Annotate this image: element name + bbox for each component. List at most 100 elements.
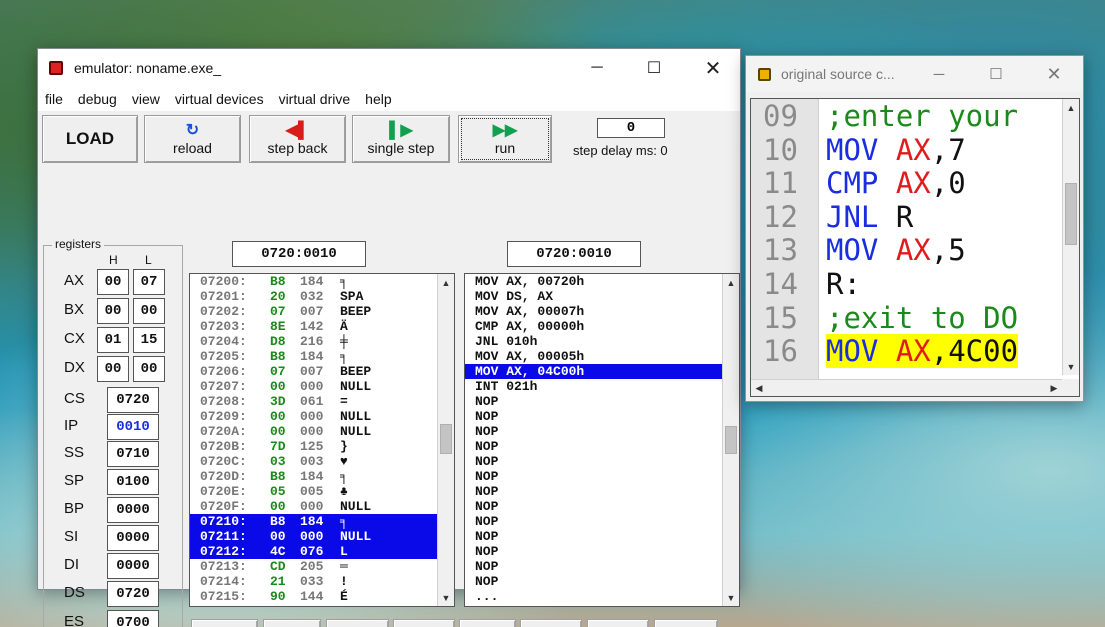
disassembly-row[interactable]: NOP <box>465 409 739 424</box>
memory-row[interactable]: 0720C: 03 003 ♥ <box>190 454 454 469</box>
scroll-right-icon[interactable]: ▶ <box>1046 380 1062 396</box>
reg-cx-high[interactable]: 01 <box>97 327 129 353</box>
reg-ss-value[interactable]: 0710 <box>107 441 159 467</box>
source-scroll-thumb[interactable] <box>1065 183 1077 245</box>
close-button[interactable]: ✕ <box>690 49 736 87</box>
reg-ax-low[interactable]: 07 <box>133 269 165 295</box>
disassembly-row[interactable]: MOV AX, 00007h <box>465 304 739 319</box>
minimize-button[interactable]: ─ <box>574 49 620 87</box>
source-button[interactable]: source <box>263 619 321 627</box>
source-minimize-button[interactable]: ─ <box>916 56 962 92</box>
reg-cs-value[interactable]: 0720 <box>107 387 159 413</box>
source-line[interactable]: 13 MOV AX,5 <box>751 233 1064 267</box>
disassembly-row[interactable]: NOP <box>465 424 739 439</box>
reset-button[interactable]: reset <box>326 619 389 627</box>
source-line[interactable]: 15 ;exit to DO <box>751 301 1064 335</box>
menu-view[interactable]: view <box>132 91 160 107</box>
scroll-left-icon[interactable]: ◀ <box>751 380 767 396</box>
scroll-down-icon[interactable]: ▼ <box>438 589 454 606</box>
memory-row[interactable]: 07200: B8 184 ╕ <box>190 274 454 289</box>
memory-address-input[interactable]: 0720:0010 <box>232 241 366 267</box>
flags-button[interactable]: flags <box>654 619 718 627</box>
step-delay-input[interactable]: 0 <box>597 118 665 138</box>
scroll-up-icon[interactable]: ▲ <box>1063 99 1079 116</box>
disassembly-row[interactable]: INT 021h <box>465 379 739 394</box>
disassembly-row[interactable]: ... <box>465 589 739 604</box>
disassembly-row[interactable]: NOP <box>465 529 739 544</box>
disassembly-row[interactable]: NOP <box>465 394 739 409</box>
memory-row[interactable]: 0720D: B8 184 ╕ <box>190 469 454 484</box>
disassembly-row[interactable]: NOP <box>465 469 739 484</box>
maximize-button[interactable]: ☐ <box>631 49 677 87</box>
memory-row[interactable]: 07201: 20 032 SPA <box>190 289 454 304</box>
reg-es-value[interactable]: 0700 <box>107 610 159 627</box>
source-line[interactable]: 10 MOV AX,7 <box>751 133 1064 167</box>
disassembly-list[interactable]: MOV AX, 00720h MOV DS, AX MOV AX, 00007h CM… <box>464 273 740 607</box>
single-step-button[interactable]: ▌▶ single step <box>352 115 450 163</box>
memory-list[interactable]: 07200: B8 184 ╕ 07201: 20 032 SPA 07202: 07 007 BEE… <box>189 273 455 607</box>
memory-row[interactable]: 0720B: 7D 125} <box>190 439 454 454</box>
menu-debug[interactable]: debug <box>78 91 117 107</box>
memory-row[interactable]: 07215: 90 144 É <box>190 589 454 604</box>
memory-row[interactable]: 0720E: 05 005 ♣ <box>190 484 454 499</box>
disassembly-address-input[interactable]: 0720:0010 <box>507 241 641 267</box>
reg-ds-value[interactable]: 0720 <box>107 581 159 607</box>
disassembly-scroll-thumb[interactable] <box>725 426 737 454</box>
disassembly-row[interactable]: NOP <box>465 514 739 529</box>
memory-row[interactable]: 07207: 00 000 NULL <box>190 379 454 394</box>
scroll-down-icon[interactable]: ▼ <box>1063 358 1079 375</box>
source-editor[interactable]: 09 ;enter your 10 MOV AX,7 11 CMP AX,0 12 JNL R… <box>750 98 1080 397</box>
disassembly-row[interactable]: MOV AX, 04C00h <box>465 364 739 379</box>
disassembly-row[interactable]: JNL 010h <box>465 334 739 349</box>
disassembly-row[interactable]: NOP <box>465 559 739 574</box>
reg-bx-high[interactable]: 00 <box>97 298 129 324</box>
disassembly-row[interactable]: MOV AX, 00005h <box>465 349 739 364</box>
menu-virtual-drive[interactable]: virtual drive <box>279 91 351 107</box>
memory-row[interactable]: 07202: 07 007 BEEP <box>190 304 454 319</box>
run-button[interactable]: ▶▶ run <box>458 115 552 163</box>
disassembly-row[interactable]: NOP <box>465 454 739 469</box>
memory-row[interactable]: 07203: 8E 142 Ä <box>190 319 454 334</box>
disassembly-row[interactable]: CMP AX, 00000h <box>465 319 739 334</box>
emulator-titlebar[interactable]: emulator: noname.exe_ ─ ☐ ✕ <box>38 49 740 87</box>
source-line[interactable]: 12 JNL R <box>751 200 1064 234</box>
source-line[interactable]: 16 MOV AX,4C00 <box>751 334 1064 369</box>
reg-bx-low[interactable]: 00 <box>133 298 165 324</box>
load-button[interactable]: LOAD <box>42 115 138 163</box>
memory-row[interactable]: 07209: 00 000 NULL <box>190 409 454 424</box>
disassembly-scrollbar[interactable]: ▲ ▼ <box>722 274 739 606</box>
reg-cx-low[interactable]: 15 <box>133 327 165 353</box>
stack-button[interactable]: stack <box>587 619 649 627</box>
source-line[interactable]: 09 ;enter your <box>751 99 1064 133</box>
menu-file[interactable]: file <box>45 91 63 107</box>
memory-row[interactable]: 0720A: 00 000 NULL <box>190 424 454 439</box>
scroll-up-icon[interactable]: ▲ <box>723 274 739 291</box>
memory-row[interactable]: 07208: 3D 061 = <box>190 394 454 409</box>
source-line[interactable]: 14 R: <box>751 267 1064 301</box>
memory-row[interactable]: 07210: B8 184 ╕ <box>190 514 454 529</box>
debug-button[interactable]: debug <box>520 619 582 627</box>
source-maximize-button[interactable]: ☐ <box>973 56 1019 92</box>
menu-virtual-devices[interactable]: virtual devices <box>175 91 264 107</box>
reg-di-value[interactable]: 0000 <box>107 553 159 579</box>
vars-button[interactable]: vars <box>459 619 516 627</box>
memory-row[interactable]: 07206: 07 007 BEEP <box>190 364 454 379</box>
menu-help[interactable]: help <box>365 91 391 107</box>
disassembly-row[interactable]: NOP <box>465 544 739 559</box>
memory-row[interactable]: 07204: D8 216 ╪ <box>190 334 454 349</box>
scroll-down-icon[interactable]: ▼ <box>723 589 739 606</box>
scroll-up-icon[interactable]: ▲ <box>438 274 454 291</box>
disassembly-row[interactable]: MOV AX, 00720h <box>465 274 739 289</box>
disassembly-row[interactable]: NOP <box>465 484 739 499</box>
memory-scroll-thumb[interactable] <box>440 424 452 454</box>
reg-ax-high[interactable]: 00 <box>97 269 129 295</box>
reg-dx-high[interactable]: 00 <box>97 356 129 382</box>
memory-scrollbar[interactable]: ▲ ▼ <box>437 274 454 606</box>
source-vertical-scrollbar[interactable]: ▲ ▼ <box>1062 99 1079 375</box>
reg-sp-value[interactable]: 0100 <box>107 469 159 495</box>
disassembly-row[interactable]: NOP <box>465 439 739 454</box>
source-line[interactable]: 11 CMP AX,0 <box>751 166 1064 200</box>
memory-row[interactable]: 07205: B8 184 ╕ <box>190 349 454 364</box>
reg-bp-value[interactable]: 0000 <box>107 497 159 523</box>
reg-ip-value[interactable]: 0010 <box>107 414 159 440</box>
